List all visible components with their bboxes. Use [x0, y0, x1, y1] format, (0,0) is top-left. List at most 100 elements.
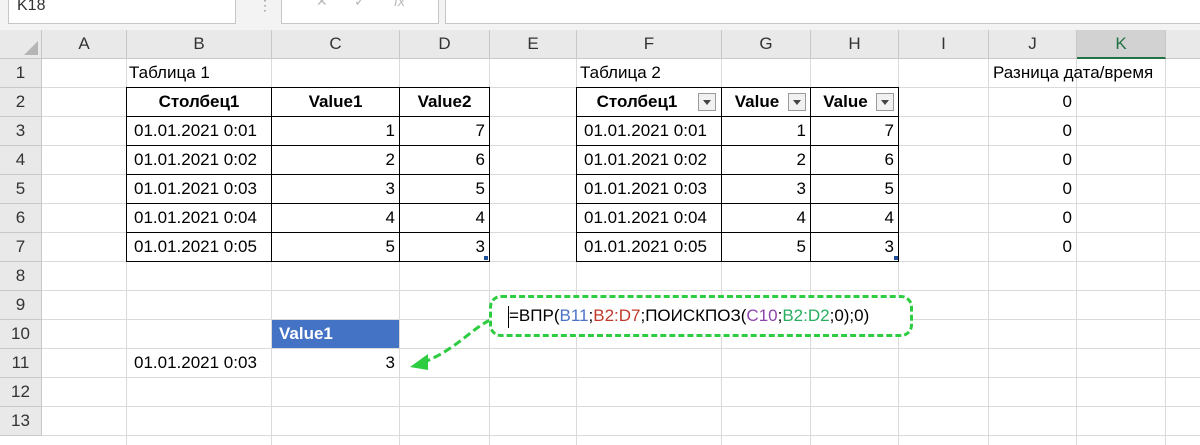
toolbar-separator: ⋮ — [258, 0, 272, 13]
table1-cell[interactable]: 01.01.2021 0:01 — [126, 116, 272, 146]
table1-cell[interactable]: 2 — [271, 145, 400, 175]
table1-cell[interactable]: 3 — [399, 232, 490, 262]
column-header-a[interactable]: A — [42, 30, 127, 59]
table1-cell[interactable]: 01.01.2021 0:03 — [126, 174, 272, 204]
table1-cell[interactable]: 6 — [399, 145, 490, 175]
row-header-8[interactable]: 8 — [0, 262, 42, 291]
table1-cell[interactable]: 01.01.2021 0:04 — [126, 203, 272, 233]
gridline — [42, 406, 1200, 407]
filter-dropdown-icon[interactable] — [788, 93, 806, 111]
formula-bar-input[interactable] — [445, 0, 1200, 24]
diff-cell[interactable]: 0 — [989, 204, 1076, 232]
table2-cell[interactable]: 01.01.2021 0:05 — [576, 232, 722, 262]
row-header-2[interactable]: 2 — [0, 88, 42, 117]
table1-header-stolbets1[interactable]: Столбец1 — [126, 87, 272, 117]
formula-ref-b2-d2: B2:D2 — [782, 306, 830, 325]
lookup-header-value1[interactable]: Value1 — [272, 320, 399, 348]
table2-cell[interactable]: 2 — [721, 145, 811, 175]
row-header-3[interactable]: 3 — [0, 117, 42, 146]
table2-cell[interactable]: 5 — [810, 174, 899, 204]
row-header-12[interactable]: 12 — [0, 378, 42, 407]
gridline — [42, 290, 1200, 291]
column-header-overflow[interactable] — [1166, 30, 1200, 59]
filter-dropdown-icon[interactable] — [876, 93, 894, 111]
diff-cell[interactable]: 0 — [989, 117, 1076, 145]
row-header-10[interactable]: 10 — [0, 320, 42, 349]
row-header-1[interactable]: 1 — [0, 59, 42, 88]
lookup-result-cell[interactable]: 3 — [272, 349, 399, 377]
select-all-triangle-icon — [24, 41, 38, 55]
gridline — [42, 377, 1200, 378]
table2-cell[interactable]: 3 — [721, 174, 811, 204]
row-header-9[interactable]: 9 — [0, 291, 42, 320]
table1-cell[interactable]: 4 — [399, 203, 490, 233]
column-header-i[interactable]: I — [899, 30, 989, 59]
table2-cell[interactable]: 1 — [721, 116, 811, 146]
formula-part: ;ПОИСКПОЗ( — [640, 306, 747, 325]
table2-cell[interactable]: 5 — [721, 232, 811, 262]
table2-cell[interactable]: 4 — [810, 203, 899, 233]
table2-cell[interactable]: 3 — [810, 232, 899, 262]
table1-cell[interactable]: 7 — [399, 116, 490, 146]
table1-cell[interactable]: 5 — [271, 232, 400, 262]
column-header-k[interactable]: K — [1077, 30, 1166, 59]
row-header-5[interactable]: 5 — [0, 175, 42, 204]
filter-dropdown-icon[interactable] — [698, 93, 716, 111]
table1-header-value2[interactable]: Value2 — [399, 87, 490, 117]
table1-cell[interactable]: 01.01.2021 0:05 — [126, 232, 272, 262]
table2-cell[interactable]: 7 — [810, 116, 899, 146]
table1-cell[interactable]: 1 — [271, 116, 400, 146]
table1-cell[interactable]: 4 — [271, 203, 400, 233]
table2-cell[interactable]: 4 — [721, 203, 811, 233]
lookup-key-cell[interactable]: 01.01.2021 0:03 — [127, 349, 271, 377]
table1-cell[interactable]: 3 — [271, 174, 400, 204]
diff-cell[interactable]: 0 — [989, 146, 1076, 174]
column-header-g[interactable]: G — [722, 30, 811, 59]
row-header-4[interactable]: 4 — [0, 146, 42, 175]
diff-cell[interactable]: 0 — [989, 175, 1076, 203]
table1-caption[interactable]: Таблица 1 — [122, 59, 266, 87]
table2-cell[interactable]: 6 — [810, 145, 899, 175]
table2-resize-handle[interactable] — [894, 256, 898, 260]
cancel-icon[interactable]: ✕ — [316, 0, 328, 8]
formula-ref-b11: B11 — [559, 306, 589, 325]
column-header-d[interactable]: D — [400, 30, 490, 59]
formula-text[interactable]: =ВПР(B11;B2:D7;ПОИСКПОЗ(C10;B2:D2;0);0) — [509, 306, 869, 326]
table1-header-value1[interactable]: Value1 — [271, 87, 400, 117]
formula-callout: =ВПР(B11;B2:D7;ПОИСКПОЗ(C10;B2:D2;0);0) — [489, 295, 913, 337]
table2-cell[interactable]: 01.01.2021 0:02 — [576, 145, 722, 175]
table1-cell[interactable]: 5 — [399, 174, 490, 204]
formula-ref-c10: C10 — [746, 306, 778, 325]
gridline — [42, 435, 1200, 436]
formula-ref-b2-d7: B2:D7 — [593, 306, 641, 325]
column-header-b[interactable]: B — [127, 30, 272, 59]
row-header-7[interactable]: 7 — [0, 233, 42, 262]
table2-cell[interactable]: 01.01.2021 0:01 — [576, 116, 722, 146]
table2-cell[interactable]: 01.01.2021 0:03 — [576, 174, 722, 204]
fx-icon[interactable]: fx — [394, 0, 405, 8]
row-header-6[interactable]: 6 — [0, 204, 42, 233]
diff-cell[interactable]: 0 — [989, 233, 1076, 261]
diff-cell[interactable]: 0 — [989, 88, 1076, 116]
callout-arrow-icon — [410, 318, 491, 370]
row-header-13[interactable]: 13 — [0, 407, 42, 436]
name-box[interactable]: K18 — [8, 0, 236, 24]
formula-part: =ВПР( — [509, 306, 560, 325]
column-header-f[interactable]: F — [577, 30, 722, 59]
column-header-c[interactable]: C — [272, 30, 400, 59]
select-all-button[interactable] — [0, 30, 42, 59]
table1-resize-handle[interactable] — [484, 256, 488, 260]
column-header-j[interactable]: J — [989, 30, 1077, 59]
confirm-icon[interactable]: ✓ — [354, 0, 366, 8]
name-box-value: K18 — [17, 0, 46, 14]
formula-buttons: ✕ ✓ fx — [281, 0, 439, 24]
table1-cell[interactable]: 01.01.2021 0:02 — [126, 145, 272, 175]
formula-toolbar: K18 ⋮ ✕ ✓ fx — [0, 0, 1200, 30]
column-header-h[interactable]: H — [811, 30, 899, 59]
column-header-e[interactable]: E — [490, 30, 577, 59]
table2-cell[interactable]: 01.01.2021 0:04 — [576, 203, 722, 233]
table2-caption[interactable]: Таблица 2 — [573, 59, 717, 87]
row-header-11[interactable]: 11 — [0, 349, 42, 378]
diff-caption[interactable]: Разница дата/время — [986, 59, 1186, 87]
formula-part: ;0);0) — [829, 306, 870, 325]
